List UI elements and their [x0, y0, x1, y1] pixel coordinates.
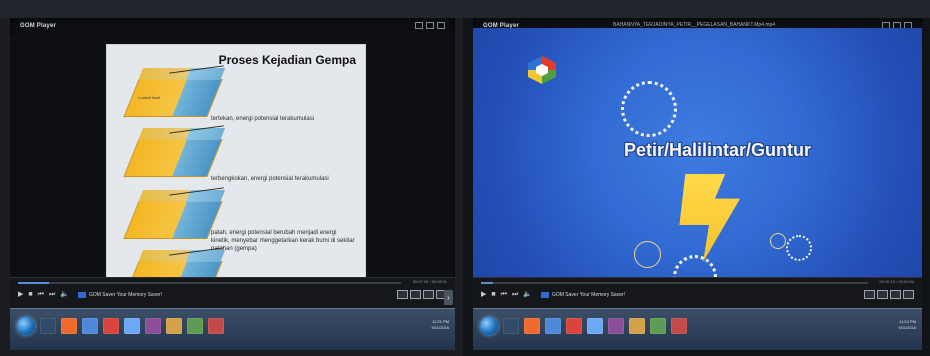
view-buttons [864, 290, 914, 299]
hexagon-logo-icon [528, 56, 556, 84]
progress-bar[interactable] [481, 282, 868, 284]
caption-3: patah, energi potensial berubah menjadi … [211, 230, 355, 253]
video-area[interactable]: Proses Kejadian Gempa Locked fault terte… [10, 36, 453, 306]
right-photo: GOM Player BAHANNYA_TERJADINYA_PETIR__PE… [463, 0, 930, 356]
volume-icon[interactable]: 🔈 [523, 291, 532, 298]
taskbar: 11:24 PM 9/11/2016 [473, 308, 922, 350]
lightning-icon [679, 174, 741, 262]
view-button[interactable] [423, 290, 434, 299]
task-icon[interactable] [61, 318, 77, 334]
view-button[interactable] [864, 290, 875, 299]
fault-line [169, 125, 224, 134]
progress-fill [18, 282, 49, 284]
fault-line [169, 65, 224, 74]
volume-icon[interactable]: 🔈 [60, 291, 69, 298]
next-icon[interactable]: ⏭ [512, 291, 518, 298]
stop-icon[interactable]: ■ [28, 291, 32, 298]
left-photo: GOM Player Proses Kejadian Gempa Locked … [0, 0, 463, 356]
task-icon[interactable] [566, 318, 582, 334]
date: 9/11/2016 [431, 324, 450, 330]
start-button-icon[interactable] [17, 317, 35, 335]
progress-fill [481, 282, 493, 284]
player-controls: 00:07:26 / 00:08:11 ▶ ■ ⏮ ⏭ 🔈 GOM Saver … [10, 277, 455, 309]
ad-logo-icon [540, 291, 549, 298]
fault-block-3 [123, 187, 224, 239]
task-icon[interactable] [187, 318, 203, 334]
app-title: GOM Player [20, 23, 57, 29]
clock: 11:21 PM [432, 319, 449, 324]
ad-text[interactable]: GOM Saver Your Memory Saver! [77, 291, 162, 298]
ring-shape [770, 233, 786, 249]
start-button-icon[interactable] [480, 317, 498, 335]
minimize-icon[interactable] [415, 22, 423, 29]
system-tray: 11:24 PM 9/11/2016 [899, 319, 917, 330]
time-display: 00:07:26 / 00:08:11 [412, 279, 447, 284]
task-icon[interactable] [103, 318, 119, 334]
left-screen: GOM Player Proses Kejadian Gempa Locked … [10, 18, 455, 350]
fault-line [169, 247, 224, 256]
dotted-circle [786, 235, 812, 261]
task-icon[interactable] [671, 318, 687, 334]
fault-block-1: Locked fault [123, 65, 224, 117]
clock: 11:24 PM [899, 319, 916, 324]
time-display: 00:00:10 / 00:02:54 [879, 279, 914, 284]
task-icons [40, 318, 224, 334]
close-icon[interactable] [437, 22, 445, 29]
task-icon[interactable] [629, 318, 645, 334]
task-icon[interactable] [124, 318, 140, 334]
date: 9/11/2016 [898, 324, 917, 330]
fault-block-2 [123, 125, 224, 177]
caption-1: tertekan, energi potensial terakumulasi [211, 116, 315, 122]
maximize-icon[interactable] [426, 22, 434, 29]
block-label: Locked fault [138, 95, 160, 100]
view-button[interactable] [903, 290, 914, 299]
video-area[interactable]: Petir/Halilintar/Guntur [473, 28, 922, 299]
task-icon[interactable] [587, 318, 603, 334]
task-icon[interactable] [608, 318, 624, 334]
task-icon[interactable] [208, 318, 224, 334]
view-button[interactable] [410, 290, 421, 299]
task-icon[interactable] [545, 318, 561, 334]
view-button[interactable] [397, 290, 408, 299]
previous-icon[interactable]: ⏮ [501, 291, 507, 298]
control-row: ▶ ■ ⏮ ⏭ 🔈 GOM Saver Your Memory Saver! [481, 291, 625, 298]
ring-shape [634, 241, 661, 268]
dotted-circle [621, 81, 677, 137]
taskbar: 11:21 PM 9/11/2016 [10, 308, 455, 350]
progress-bar[interactable] [18, 282, 401, 284]
task-icon[interactable] [503, 318, 519, 334]
play-icon[interactable]: ▶ [481, 291, 486, 298]
window-controls [415, 22, 445, 29]
slide-title: Proses Kejadian Gempa [218, 53, 356, 67]
right-screen: GOM Player BAHANNYA_TERJADINYA_PETIR__PE… [473, 18, 922, 350]
control-row: ▶ ■ ⏮ ⏭ 🔈 GOM Saver Your Memory Saver! [18, 291, 162, 298]
task-icon[interactable] [166, 318, 182, 334]
player-controls: 00:00:10 / 00:02:54 ▶ ■ ⏮ ⏭ 🔈 GOM Saver … [473, 277, 922, 309]
top-bezel [463, 0, 930, 18]
task-icon[interactable] [82, 318, 98, 334]
view-buttons [397, 290, 447, 299]
next-icon[interactable]: ⏭ [49, 291, 55, 298]
video-title: Petir/Halilintar/Guntur [624, 140, 812, 160]
task-icon[interactable] [524, 318, 540, 334]
play-icon[interactable]: ▶ [18, 291, 23, 298]
side-panel-toggle[interactable]: › [444, 290, 453, 305]
previous-icon[interactable]: ⏮ [38, 291, 44, 298]
fault-line [169, 187, 224, 196]
task-icon[interactable] [145, 318, 161, 334]
task-icon[interactable] [40, 318, 56, 334]
system-tray: 11:21 PM 9/11/2016 [432, 319, 450, 330]
presentation-slide: Proses Kejadian Gempa Locked fault terte… [106, 44, 366, 302]
caption-2: terbengkokan, energi potensial terakumul… [211, 176, 329, 182]
task-icon[interactable] [650, 318, 666, 334]
top-bezel [0, 0, 463, 18]
ad-text[interactable]: GOM Saver Your Memory Saver! [540, 291, 625, 298]
task-icons [503, 318, 687, 334]
stop-icon[interactable]: ■ [491, 291, 495, 298]
ad-logo-icon [77, 291, 86, 298]
view-button[interactable] [877, 290, 888, 299]
view-button[interactable] [890, 290, 901, 299]
